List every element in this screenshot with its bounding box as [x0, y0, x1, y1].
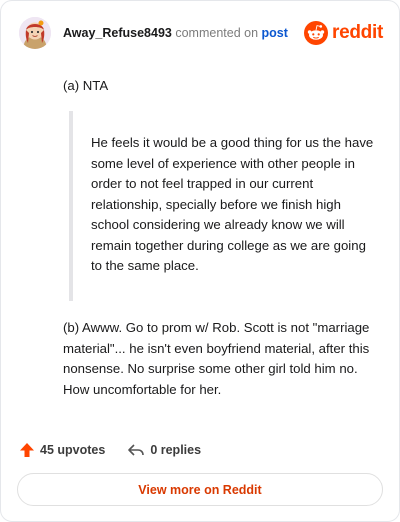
- reddit-wordmark: reddit: [332, 22, 383, 43]
- blockquote-bar: [69, 111, 73, 301]
- comment-actions: 45 upvotes 0 replies: [19, 440, 201, 460]
- replies-button[interactable]: 0 replies: [127, 442, 201, 458]
- replies-count: 0 replies: [150, 443, 202, 457]
- view-more-button[interactable]: View more on Reddit: [17, 473, 383, 506]
- commented-on-label: commented on: [175, 26, 259, 40]
- upvotes-count: 45 upvotes: [40, 443, 106, 457]
- comment-paragraph-b: (b) Awww. Go to prom w/ Rob. Scott is no…: [63, 320, 370, 397]
- upvote-arrow-icon: [20, 443, 34, 457]
- post-link[interactable]: post: [262, 26, 288, 40]
- reply-arrow-icon: [128, 444, 145, 456]
- username-link[interactable]: Away_Refuse8493: [63, 26, 172, 40]
- user-avatar[interactable]: [19, 17, 51, 49]
- comment-meta: Away_Refuse8493 commented on post: [63, 26, 288, 40]
- upvotes-button[interactable]: 45 upvotes: [19, 442, 105, 458]
- reddit-logo-icon: [304, 21, 329, 45]
- reddit-brand[interactable]: reddit: [304, 20, 383, 46]
- comment-blockquote: He feels it would be a good thing for us…: [91, 135, 374, 273]
- comment-paragraph-a: (a) NTA: [63, 78, 109, 93]
- comment-header: Away_Refuse8493 commented on post reddit: [17, 15, 383, 51]
- comment-embed-card: Away_Refuse8493 commented on post reddit…: [0, 0, 400, 522]
- avatar-icon: [19, 17, 51, 49]
